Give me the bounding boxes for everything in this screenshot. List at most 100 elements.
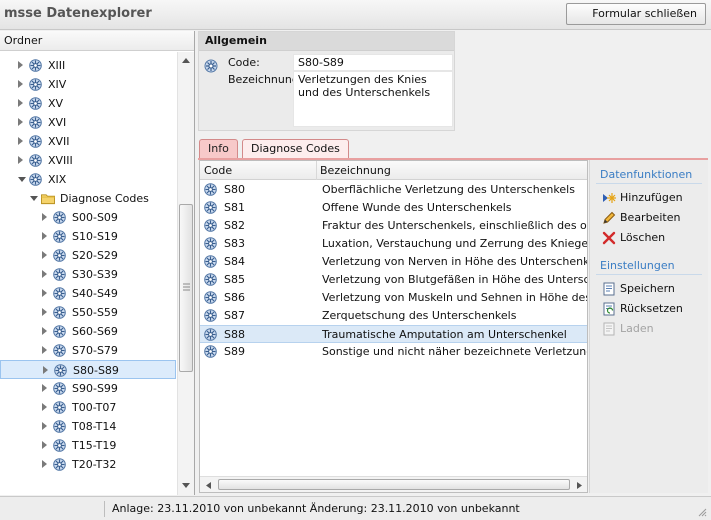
tree-item[interactable]: XV [0,94,176,113]
tree-scroll-thumb[interactable] [179,204,193,372]
scroll-down-icon[interactable] [181,482,191,490]
diagnosis-node-icon [53,420,66,433]
tree-item[interactable]: T08-T14 [0,417,176,436]
diagnosis-node-icon [29,135,42,148]
tree-item[interactable]: S10-S19 [0,227,176,246]
tree-item-label: S80-S89 [73,364,119,377]
expand-arrow-icon[interactable] [42,346,47,354]
grid-row[interactable]: S83 Luxation, Verstauchung und Zerrung de… [200,235,587,253]
column-header-code[interactable]: Code [204,164,232,177]
expand-arrow-icon[interactable] [18,80,23,88]
tree-item[interactable]: S90-S99 [0,379,176,398]
grid-row[interactable]: S87 Zerquetschung des Unterschenkels [200,307,587,325]
grid-row[interactable]: S85 Verletzung von Blutgefäßen in Höhe de… [200,271,587,289]
tree-item[interactable]: S80-S89 [0,360,176,379]
tree-item[interactable]: XIX [0,170,176,189]
expand-arrow-icon[interactable] [42,460,47,468]
expand-arrow-icon[interactable] [18,118,23,126]
horizontal-scroll-thumb[interactable] [218,479,570,490]
horizontal-scrollbar[interactable] [200,476,587,492]
tree-item[interactable]: XVIII [0,151,176,170]
scroll-right-icon[interactable] [576,481,584,490]
collapse-arrow-icon[interactable] [30,196,38,201]
diagnosis-code-icon [204,309,217,322]
expand-arrow-icon[interactable] [42,289,47,297]
tree-item[interactable]: S30-S39 [0,265,176,284]
grid-row[interactable]: S80 Oberflächliche Verletzung des Untersc… [200,181,587,199]
diagnosis-code-icon [204,273,217,286]
tree-scrollbar[interactable] [177,52,194,495]
column-divider[interactable] [316,161,317,180]
tree-item[interactable]: XVII [0,132,176,151]
tree-item-label: S30-S39 [72,268,118,281]
tree-item[interactable]: XIV [0,75,176,94]
tree-item-label: S00-S09 [72,211,118,224]
tree-item-label: T00-T07 [72,401,117,414]
tab-diagnose-codes[interactable]: Diagnose Codes [242,139,349,159]
expand-arrow-icon[interactable] [42,422,47,430]
tree-item-label: S70-S79 [72,344,118,357]
tree-item[interactable]: XIII [0,56,176,75]
expand-arrow-icon[interactable] [42,441,47,449]
row-description: Verletzung von Nerven in Höhe des Unters… [322,255,587,268]
folder-tree[interactable]: XIII XIV XV XVI XVII XVIII XIX Diagnose Codes S0… [0,52,177,494]
title-bar: msse Datenexplorer Formular schließen [0,0,711,30]
diagnosis-node-icon [29,173,42,186]
tree-item-label: XIV [48,78,67,91]
expand-arrow-icon[interactable] [42,232,47,240]
diagnosis-node-icon [53,344,66,357]
tree-item-label: S40-S49 [72,287,118,300]
add-arrow-icon [603,193,616,203]
diagnosis-code-icon [204,291,217,304]
diagnosis-node-icon [53,382,66,395]
collapse-arrow-icon[interactable] [18,177,26,182]
tree-item[interactable]: S70-S79 [0,341,176,360]
expand-arrow-icon[interactable] [18,99,23,107]
close-form-label: Formular schließen [592,7,697,20]
expand-arrow-icon[interactable] [42,270,47,278]
grid-row[interactable]: S82 Fraktur des Unterschenkels, einschlie… [200,217,587,235]
expand-arrow-icon[interactable] [42,308,47,316]
tree-item[interactable]: S60-S69 [0,322,176,341]
expand-arrow-icon[interactable] [18,137,23,145]
row-code: S83 [224,237,245,250]
tree-header: Ordner [0,31,194,51]
tree-item[interactable]: T00-T07 [0,398,176,417]
row-code: S82 [224,219,245,232]
grid-row[interactable]: S84 Verletzung von Nerven in Höhe des Unt… [200,253,587,271]
expand-arrow-icon[interactable] [42,213,47,221]
tab-info[interactable]: Info [199,139,238,159]
tree-item[interactable]: T15-T19 [0,436,176,455]
diagnosis-node-icon [53,439,66,452]
tree-item[interactable]: XVI [0,113,176,132]
scroll-up-icon[interactable] [181,56,191,64]
expand-arrow-icon[interactable] [43,366,48,374]
grid-row[interactable]: S88 Traumatische Amputation am Unterschen… [200,325,587,343]
diagnosis-node-icon [53,230,66,243]
diagnosis-node-icon [29,97,42,110]
scroll-left-icon[interactable] [204,481,212,490]
grid-header: Code Bezeichnung [200,161,587,180]
tree-item[interactable]: S20-S29 [0,246,176,265]
expand-arrow-icon[interactable] [18,61,23,69]
grid-row[interactable]: S89 Sonstige und nicht näher bezeichnete … [200,343,587,361]
tree-item[interactable]: S00-S09 [0,208,176,227]
tree-item[interactable]: T20-T32 [0,455,176,474]
diagnosis-code-icon [204,328,217,341]
close-form-button[interactable]: Formular schließen [566,3,706,25]
tree-item[interactable]: S50-S59 [0,303,176,322]
grid-row[interactable]: S86 Verletzung von Muskeln und Sehnen in … [200,289,587,307]
tree-item[interactable]: S40-S49 [0,284,176,303]
expand-arrow-icon[interactable] [42,403,47,411]
expand-arrow-icon[interactable] [42,251,47,259]
tree-item[interactable]: Diagnose Codes [0,189,176,208]
tree-item-label: S90-S99 [72,382,118,395]
expand-arrow-icon[interactable] [42,327,47,335]
column-header-description[interactable]: Bezeichnung [320,164,391,177]
expand-arrow-icon[interactable] [18,156,23,164]
grid-row[interactable]: S81 Offene Wunde des Unterschenkels [200,199,587,217]
pencil-icon [603,211,616,224]
row-code: S80 [224,183,245,196]
expand-arrow-icon[interactable] [42,384,47,392]
resize-grip-icon[interactable] [697,507,707,517]
